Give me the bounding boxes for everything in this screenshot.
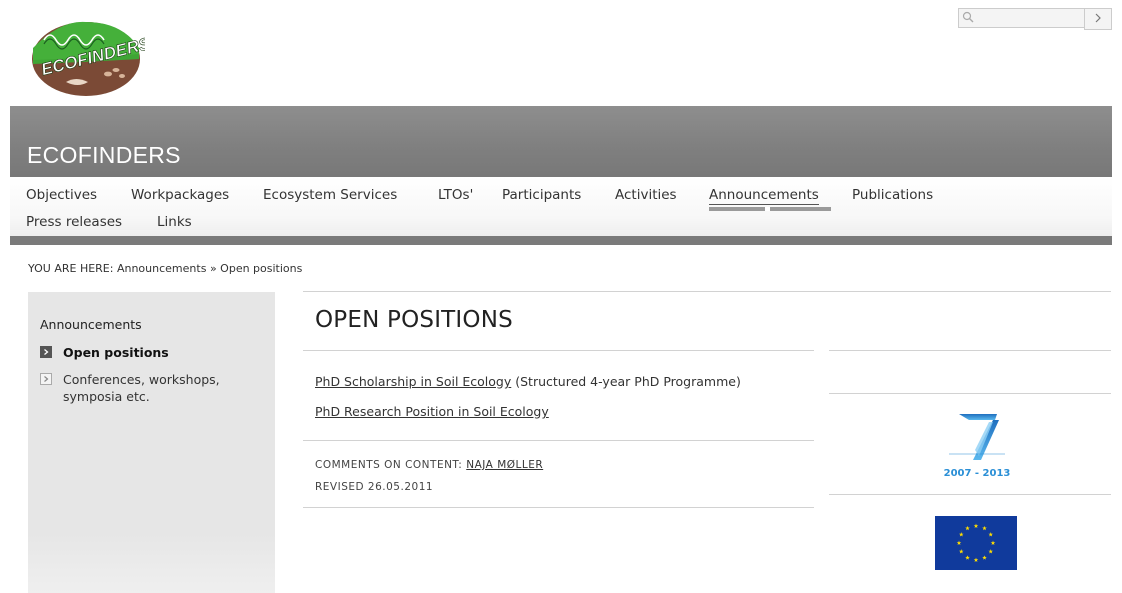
search-submit-button[interactable]: [1084, 8, 1112, 30]
nav-active-indicator: [709, 207, 831, 211]
nav-item-publications[interactable]: Publications: [852, 186, 933, 204]
breadcrumb-separator: »: [209, 262, 217, 275]
divider: [303, 440, 814, 441]
nav-item-ltos[interactable]: LTOs': [438, 186, 473, 204]
search-form: [958, 8, 1112, 30]
sidebar-item-label: Open positions: [63, 345, 169, 360]
svg-text:2007 - 2013: 2007 - 2013: [944, 468, 1011, 479]
fp7-logo[interactable]: 2007 - 2013: [935, 410, 1019, 482]
main-top-divider: [303, 291, 1111, 292]
main-nav: Objectives Workpackages Ecosystem Servic…: [10, 177, 1112, 236]
chevron-right-icon: [40, 373, 52, 385]
divider: [303, 507, 814, 508]
breadcrumb-current: Open positions: [220, 262, 303, 275]
sidebar: Announcements Open positions Conferences…: [28, 292, 275, 593]
breadcrumb-prefix: YOU ARE HERE:: [28, 262, 114, 275]
position-link-phd-scholarship[interactable]: PhD Scholarship in Soil Ecology: [315, 374, 511, 389]
breadcrumb-link-announcements[interactable]: Announcements: [117, 262, 206, 275]
chevron-right-icon: [1095, 13, 1101, 22]
revised-date: REVISED 26.05.2011: [315, 481, 434, 493]
divider: [303, 350, 814, 351]
position-note: (Structured 4-year PhD Programme): [511, 374, 741, 389]
sidebar-heading: Announcements: [40, 317, 142, 332]
nav-bottom-bar: [10, 236, 1112, 245]
divider: [829, 350, 1111, 351]
search-icon: [962, 11, 974, 23]
site-title[interactable]: ECOFINDERS: [27, 142, 181, 169]
divider: [829, 494, 1111, 495]
search-input[interactable]: [958, 8, 1084, 28]
nav-item-participants[interactable]: Participants: [502, 186, 581, 204]
list-item: PhD Research Position in Soil Ecology: [315, 404, 549, 419]
breadcrumb: YOU ARE HERE: Announcements » Open posit…: [28, 262, 302, 275]
nav-item-objectives[interactable]: Objectives: [26, 186, 97, 204]
nav-item-ecosystem-services[interactable]: Ecosystem Services: [263, 186, 397, 204]
nav-item-press-releases[interactable]: Press releases: [26, 213, 122, 231]
nav-item-activities[interactable]: Activities: [615, 186, 677, 204]
nav-item-announcements[interactable]: Announcements: [709, 186, 819, 205]
comments-on-content: COMMENTS ON CONTENT: NAJA MØLLER: [315, 459, 543, 471]
eu-flag[interactable]: [935, 516, 1017, 570]
list-item: PhD Scholarship in Soil Ecology (Structu…: [315, 374, 741, 389]
divider: [829, 393, 1111, 394]
nav-item-links[interactable]: Links: [157, 213, 192, 231]
comments-contact-link[interactable]: NAJA MØLLER: [466, 459, 543, 471]
sidebar-item-label: Conferences, workshops, symposia etc.: [63, 372, 220, 404]
nav-item-workpackages[interactable]: Workpackages: [131, 186, 229, 204]
page-title: OPEN POSITIONS: [315, 307, 513, 333]
chevron-right-icon: [40, 346, 52, 358]
position-link-phd-research[interactable]: PhD Research Position in Soil Ecology: [315, 404, 549, 419]
page: ECOFINDERS ECOFINDERS Objectives Workpac…: [0, 0, 1122, 593]
site-banner: ECOFINDERS: [10, 106, 1112, 177]
comments-label: COMMENTS ON CONTENT:: [315, 459, 463, 471]
ecofinders-logo[interactable]: ECOFINDERS: [30, 18, 145, 98]
